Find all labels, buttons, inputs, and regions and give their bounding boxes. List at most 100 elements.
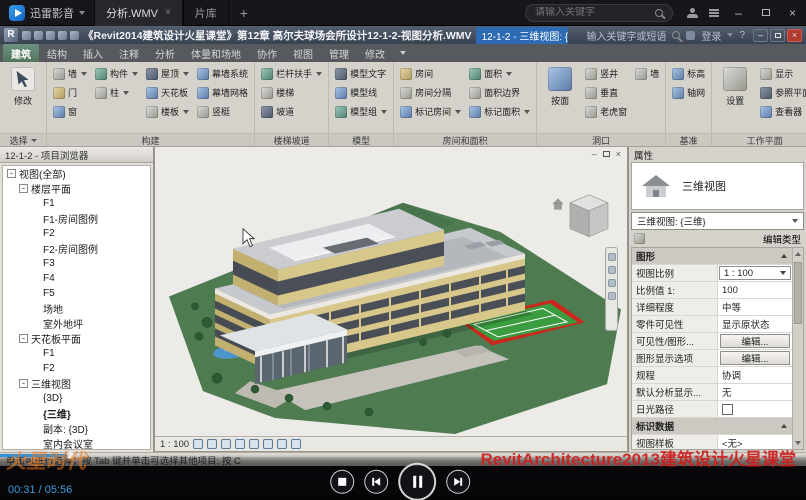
- help-button[interactable]: ?: [739, 30, 745, 41]
- sun-path-icon[interactable]: [221, 439, 231, 449]
- stop-button[interactable]: [330, 470, 354, 494]
- tree-item[interactable]: F2-房间图例: [3, 241, 150, 256]
- detail-level-icon[interactable]: [193, 439, 203, 449]
- unlocked-view-icon[interactable]: [291, 439, 301, 449]
- properties-scrollbar[interactable]: [792, 248, 803, 449]
- property-row[interactable]: 日光路径: [632, 401, 792, 418]
- column-button[interactable]: 柱: [92, 83, 141, 102]
- player-maximize-button[interactable]: [752, 0, 779, 26]
- property-value[interactable]: 1 : 100: [719, 266, 791, 280]
- opening-by-face-button[interactable]: 按面: [540, 64, 580, 107]
- ribbon-tab[interactable]: 注释: [111, 44, 147, 62]
- room-button[interactable]: 房间: [397, 64, 464, 83]
- new-tab-button[interactable]: +: [229, 5, 259, 21]
- orbit-icon[interactable]: [608, 292, 616, 300]
- grid-button[interactable]: 轴网: [669, 83, 708, 102]
- tree-item[interactable]: 天花板平面: [3, 331, 150, 346]
- edit-type-button[interactable]: 编辑类型: [763, 232, 801, 246]
- ribbon-tab[interactable]: 管理: [321, 44, 357, 62]
- dormer-opening-button[interactable]: 老虎窗: [582, 102, 630, 121]
- revit-logo[interactable]: R: [4, 28, 18, 42]
- previous-button[interactable]: [364, 470, 388, 494]
- revit-restore-button[interactable]: [770, 29, 785, 42]
- property-value[interactable]: 协调: [718, 367, 792, 383]
- print-icon[interactable]: [70, 31, 79, 40]
- tree-item[interactable]: F2: [3, 226, 150, 241]
- tree-item[interactable]: 场地: [3, 301, 150, 316]
- ribbon-tab[interactable]: 建筑: [3, 44, 39, 62]
- property-row[interactable]: 零件可见性 显示原状态: [632, 316, 792, 333]
- tree-toggle-icon[interactable]: [7, 169, 16, 178]
- player-tab-video[interactable]: 分析.WMV ×: [94, 0, 183, 26]
- property-value[interactable]: [718, 401, 792, 417]
- mullion-button[interactable]: 竖梃: [194, 102, 251, 121]
- tree-item[interactable]: F1-房间图例: [3, 211, 150, 226]
- railing-button[interactable]: 栏杆扶手: [258, 64, 325, 83]
- ribbon-tab[interactable]: 视图: [285, 44, 321, 62]
- drawing-area[interactable]: – × 1 : 100: [154, 147, 628, 452]
- tree-item[interactable]: F2: [3, 361, 150, 376]
- model-text-button[interactable]: 模型文字: [332, 64, 390, 83]
- property-row[interactable]: 图形显示选项 编辑...: [632, 350, 792, 367]
- level-button[interactable]: 标高: [669, 64, 708, 83]
- navigation-bar[interactable]: [605, 247, 618, 331]
- property-value[interactable]: 显示原状态: [718, 316, 792, 332]
- player-tab-library[interactable]: 片库: [183, 0, 229, 26]
- door-button[interactable]: 门: [50, 83, 90, 102]
- property-row[interactable]: 规程 协调: [632, 367, 792, 384]
- zoom-icon[interactable]: [608, 279, 616, 287]
- signin-button[interactable]: 登录: [701, 28, 721, 43]
- area-boundary-button[interactable]: 面积边界: [466, 83, 533, 102]
- ribbon-tab[interactable]: 体量和场地: [183, 44, 249, 62]
- save-icon[interactable]: [34, 31, 43, 40]
- player-search-box[interactable]: [525, 4, 673, 22]
- room-separator-button[interactable]: 房间分隔: [397, 83, 464, 102]
- panel-label-workplane[interactable]: 工作平面: [712, 133, 806, 146]
- property-value[interactable]: 编辑...: [720, 351, 790, 365]
- scroll-thumb[interactable]: [794, 262, 802, 324]
- panel-label-datum[interactable]: 基准: [666, 133, 711, 146]
- ribbon-tab[interactable]: 分析: [147, 44, 183, 62]
- undo-icon[interactable]: [46, 31, 55, 40]
- set-workplane-button[interactable]: 设置: [715, 64, 755, 107]
- panel-label-build[interactable]: 构建: [47, 133, 254, 146]
- model-group-button[interactable]: 模型组: [332, 102, 390, 121]
- tree-item[interactable]: F4: [3, 271, 150, 286]
- properties-filter-icon[interactable]: [634, 233, 645, 244]
- panel-label-room-area[interactable]: 房间和面积: [394, 133, 536, 146]
- tree-item[interactable]: F5: [3, 286, 150, 301]
- tree-item[interactable]: F3: [3, 256, 150, 271]
- player-minimize-button[interactable]: –: [725, 0, 752, 26]
- property-value[interactable]: 100: [718, 282, 792, 298]
- tag-area-button[interactable]: 标记面积: [466, 102, 533, 121]
- panel-label-opening[interactable]: 洞口: [537, 133, 665, 146]
- shadows-icon[interactable]: [235, 439, 245, 449]
- tree-item[interactable]: 三维视图: [3, 376, 150, 391]
- panel-label-model[interactable]: 模型: [329, 133, 393, 146]
- revit-close-button[interactable]: ×: [787, 29, 802, 42]
- area-button[interactable]: 面积: [466, 64, 533, 83]
- ribbon-tab[interactable]: 插入: [75, 44, 111, 62]
- ramp-button[interactable]: 坡道: [258, 102, 325, 121]
- tree-item[interactable]: 视图(全部): [3, 166, 150, 181]
- open-icon[interactable]: [22, 31, 31, 40]
- infocenter-search[interactable]: 输入关键字或短语: [586, 28, 666, 43]
- ribbon-tab[interactable]: 修改: [357, 44, 393, 62]
- view-restore-icon[interactable]: [603, 151, 610, 157]
- ribbon-tab[interactable]: 结构: [39, 44, 75, 62]
- tab-close-icon[interactable]: ×: [165, 7, 171, 18]
- window-button[interactable]: 窗: [50, 102, 90, 121]
- ref-plane-button[interactable]: 参照平面: [757, 83, 806, 102]
- property-row[interactable]: 视图比例 1 : 100: [632, 265, 792, 282]
- search-icon[interactable]: [655, 9, 663, 17]
- property-row[interactable]: 可见性/图形... 编辑...: [632, 333, 792, 350]
- type-selector[interactable]: 三维视图: {三维}: [631, 212, 804, 230]
- show-workplane-button[interactable]: 显示: [757, 64, 806, 83]
- ribbon-display-toggle-icon[interactable]: [400, 51, 406, 55]
- property-row[interactable]: 默认分析显示... 无: [632, 384, 792, 401]
- infocenter-search-icon[interactable]: [672, 31, 680, 39]
- search-input[interactable]: [535, 7, 649, 18]
- crop-region-visibility-icon[interactable]: [277, 439, 287, 449]
- property-row[interactable]: 图形: [632, 248, 792, 265]
- wall-opening-button[interactable]: 墙: [632, 64, 662, 83]
